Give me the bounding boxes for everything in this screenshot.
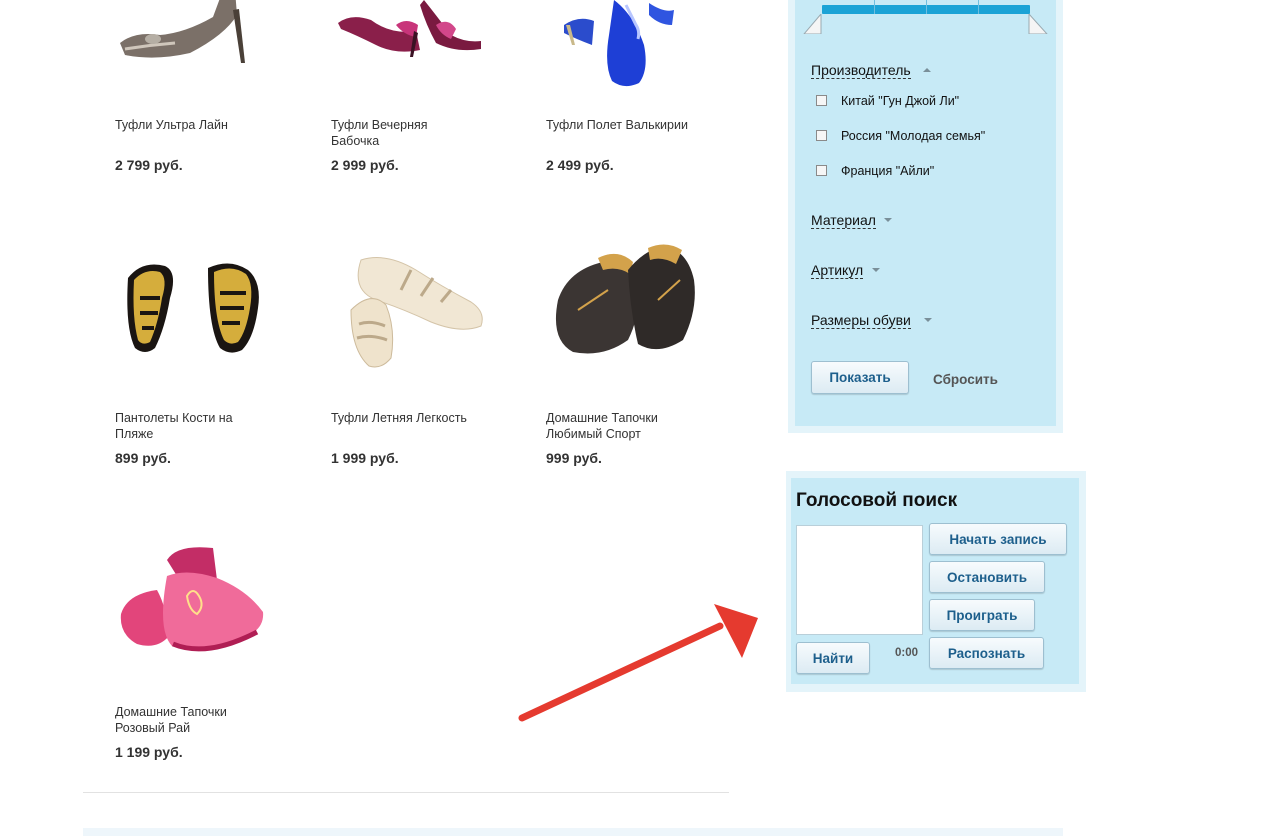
reset-link[interactable]: Сбросить (933, 372, 998, 387)
product-image[interactable] (548, 240, 700, 360)
recording-timer: 0:00 (895, 647, 919, 659)
product-image[interactable] (336, 0, 486, 60)
product-image[interactable] (115, 0, 265, 65)
chevron-down-icon[interactable] (924, 318, 932, 322)
manufacturer-label[interactable]: Китай "Гун Джой Ли" (841, 94, 959, 108)
content-divider (83, 792, 729, 793)
product-price: 999 руб. (546, 450, 602, 466)
find-button[interactable]: Найти (796, 642, 870, 674)
manufacturer-checkbox[interactable] (816, 130, 827, 141)
product-name[interactable]: Туфли Вечерняя Бабочка (331, 117, 441, 149)
stop-button[interactable]: Остановить (929, 561, 1045, 593)
product-price: 899 руб. (115, 450, 171, 466)
annotation-arrow (518, 604, 758, 722)
facet-shoe-sizes[interactable]: Размеры обуви (811, 312, 911, 329)
product-price: 1 999 руб. (331, 450, 399, 466)
product-image[interactable] (120, 258, 270, 358)
facet-article[interactable]: Артикул (811, 262, 864, 279)
product-image[interactable] (554, 0, 704, 90)
recognize-button[interactable]: Распознать (929, 637, 1044, 669)
voice-result-textarea[interactable] (796, 525, 923, 635)
product-image[interactable] (341, 250, 491, 372)
footer-band (83, 828, 1063, 836)
product-name[interactable]: Туфли Ультра Лайн (115, 117, 265, 133)
chevron-down-icon[interactable] (884, 218, 892, 222)
manufacturer-label[interactable]: Россия "Молодая семья" (841, 129, 985, 143)
chevron-up-icon[interactable] (923, 68, 931, 72)
product-image[interactable] (117, 540, 269, 666)
facet-manufacturer[interactable]: Производитель (811, 62, 911, 79)
voice-search-title: Голосовой поиск (796, 490, 958, 511)
product-name[interactable]: Туфли Летняя Легкость (331, 410, 481, 426)
show-button[interactable]: Показать (811, 361, 909, 394)
slider-handle-right[interactable] (1028, 14, 1048, 34)
manufacturer-label[interactable]: Франция "Айли" (841, 164, 934, 178)
slider-tick (978, 0, 979, 14)
facet-material[interactable]: Материал (811, 212, 876, 229)
product-price: 2 999 руб. (331, 157, 399, 173)
manufacturer-checkbox[interactable] (816, 95, 827, 106)
start-recording-button[interactable]: Начать запись (929, 523, 1067, 555)
product-name[interactable]: Пантолеты Кости на Пляже (115, 410, 245, 442)
product-name[interactable]: Домашние Тапочки Розовый Рай (115, 704, 245, 736)
slider-tick (926, 0, 927, 14)
product-price: 1 199 руб. (115, 744, 183, 760)
play-button[interactable]: Проиграть (929, 599, 1035, 631)
slider-handle-left[interactable] (803, 14, 823, 34)
slider-tick (874, 0, 875, 14)
manufacturer-checkbox[interactable] (816, 165, 827, 176)
chevron-down-icon[interactable] (872, 268, 880, 272)
product-price: 2 499 руб. (546, 157, 614, 173)
product-price: 2 799 руб. (115, 157, 183, 173)
product-name[interactable]: Домашние Тапочки Любимый Спорт (546, 410, 676, 442)
product-name[interactable]: Туфли Полет Валькирии (546, 117, 696, 133)
